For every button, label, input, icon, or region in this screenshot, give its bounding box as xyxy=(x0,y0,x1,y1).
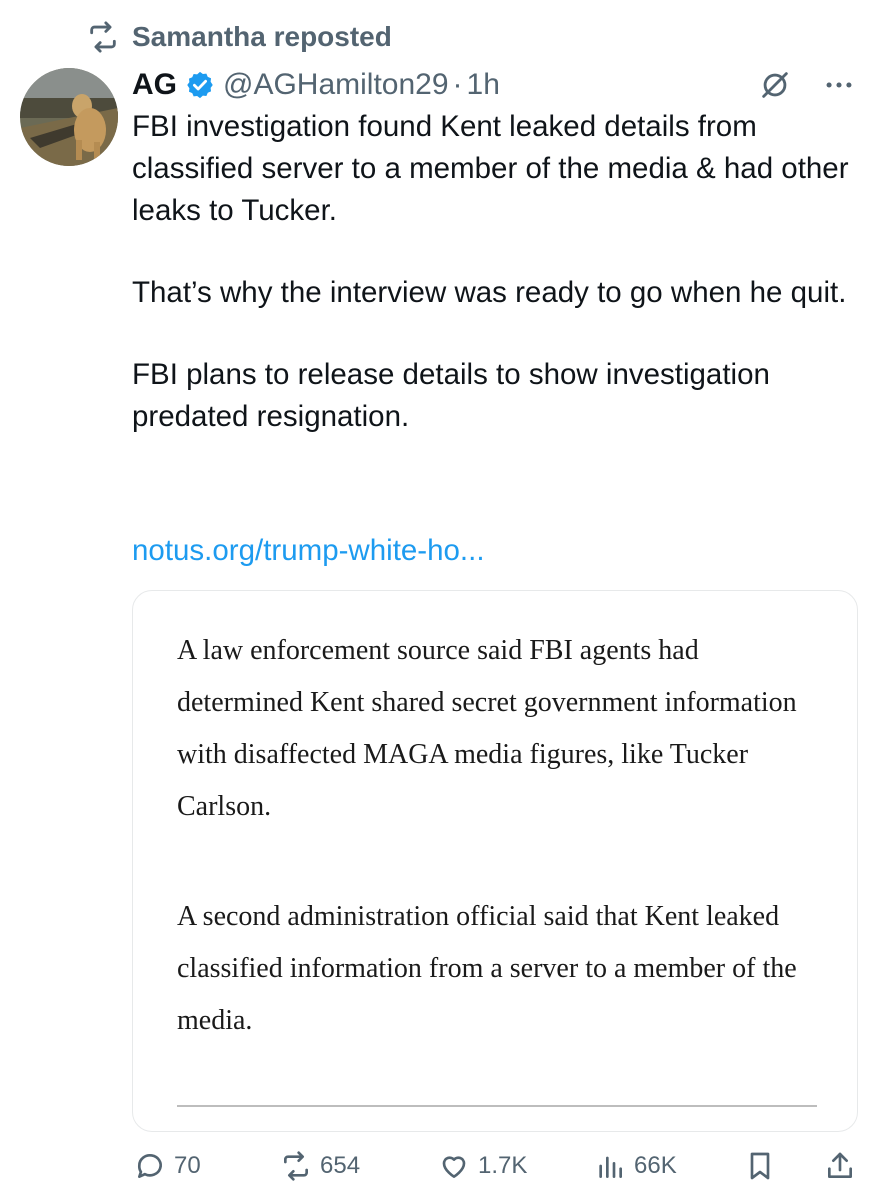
reply-count: 70 xyxy=(174,1152,201,1179)
author-name[interactable]: AG xyxy=(132,68,177,102)
quote-paragraph: A law enforcement source said FBI agents… xyxy=(177,635,797,822)
reply-icon xyxy=(137,1154,162,1178)
like-count: 1.7K xyxy=(478,1152,528,1179)
quote-paragraph: A second administration official said th… xyxy=(177,901,797,1036)
author-handle[interactable]: @AGHamilton29 xyxy=(223,68,449,102)
repost-button[interactable]: 654 xyxy=(280,1150,360,1182)
action-bar: 70 654 1.7K 66K xyxy=(132,1150,862,1190)
repost-indicator[interactable]: Samantha reposted xyxy=(86,20,392,54)
tweet-link[interactable]: notus.org/trump-white-ho... xyxy=(132,530,485,572)
verified-badge-icon xyxy=(187,71,213,99)
heart-icon xyxy=(442,1156,466,1178)
timestamp[interactable]: 1h xyxy=(467,68,500,102)
divider xyxy=(177,1105,817,1107)
tweet-paragraph: FBI plans to release details to show inv… xyxy=(132,358,770,433)
bookmark-icon xyxy=(750,1152,770,1180)
tweet-text: FBI investigation found Kent leaked deta… xyxy=(132,106,862,478)
like-button[interactable]: 1.7K xyxy=(438,1150,527,1182)
more-options-icon[interactable] xyxy=(822,68,856,102)
tweet-header: AG @AGHamilton29 · 1h xyxy=(132,64,858,106)
bookmark-button[interactable] xyxy=(744,1150,776,1182)
repost-label: Samantha reposted xyxy=(132,21,392,52)
repost-icon xyxy=(90,21,116,53)
tweet-paragraph: FBI investigation found Kent leaked deta… xyxy=(132,110,849,227)
views-icon xyxy=(599,1156,622,1178)
share-icon xyxy=(828,1152,852,1178)
reply-button[interactable]: 70 xyxy=(134,1150,201,1182)
grok-icon[interactable] xyxy=(758,68,792,102)
views-button[interactable]: 66K xyxy=(594,1150,677,1182)
repost-count: 654 xyxy=(320,1152,361,1179)
quote-image-card[interactable]: A law enforcement source said FBI agents… xyxy=(132,590,858,1132)
separator: · xyxy=(452,68,463,101)
share-button[interactable] xyxy=(824,1150,856,1182)
view-count: 66K xyxy=(634,1152,677,1179)
repost-icon xyxy=(284,1151,308,1181)
tweet-paragraph: That’s why the interview was ready to go… xyxy=(132,276,847,309)
avatar[interactable] xyxy=(20,68,118,166)
